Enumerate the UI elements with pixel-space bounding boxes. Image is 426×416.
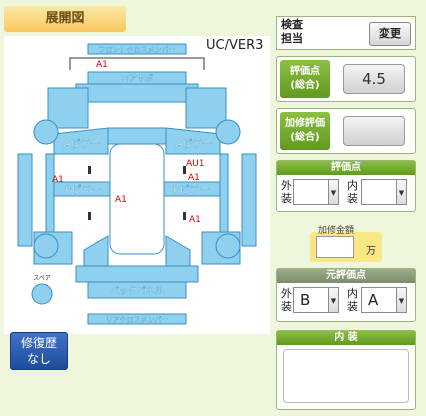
grade-exterior-label: 外装 (281, 179, 292, 205)
overall-score-label: 評価点 (総合) (280, 60, 330, 98)
interior-notes-field[interactable] (283, 349, 409, 403)
grade-group: 評価点 外装 ▼ 内装 ▼ (276, 160, 416, 212)
original-exterior-select[interactable]: B (293, 287, 329, 313)
original-interior-select[interactable]: A (361, 287, 397, 313)
repair-score-button[interactable] (343, 116, 405, 146)
repair-amount-unit: 万 (366, 246, 376, 257)
a-pillar-left-label: Aピラー (64, 138, 101, 150)
chevron-down-icon[interactable]: ▼ (329, 179, 339, 205)
repair-amount-input[interactable] (316, 236, 354, 258)
repair-history-label: 修復歴 (20, 336, 57, 350)
diagram-tab[interactable]: 展開図 (4, 6, 126, 32)
inspector-box: 検査 担当 変更 (276, 16, 416, 50)
mark-left-side: A1 (52, 175, 64, 185)
grade-title: 評価点 (277, 161, 415, 175)
b-pillar-left-label: Bピラー (65, 184, 102, 196)
interior-notes-title: 内 装 (277, 331, 415, 345)
car-frame-diagram: フロントクロスメンバー コアサポ Aピラー Aピラー Bピラー Bピラー バック… (4, 36, 270, 334)
mark-front: A1 (96, 60, 108, 70)
chevron-down-icon[interactable]: ▼ (397, 179, 407, 205)
overall-score-button[interactable]: 4.5 (343, 64, 405, 94)
b-pillar-right-label: Bピラー (173, 184, 210, 196)
front-cross-member-label: フロントクロスメンバー (99, 46, 176, 54)
inspector-label: 検査 担当 (281, 18, 303, 45)
mark-right-upper: AU1 (186, 159, 204, 169)
grade-interior-select[interactable] (361, 179, 397, 205)
repair-score-box: 加修評価 (総合) (276, 108, 416, 154)
overall-score-box: 評価点 (総合) 4.5 (276, 56, 416, 102)
original-interior-label: 内装 (347, 287, 358, 313)
original-exterior-label: 外装 (281, 287, 292, 313)
version-label: UC/VER3 (206, 38, 264, 53)
repair-history-button[interactable]: 修復歴 なし (10, 332, 68, 370)
core-support-label: コアサポ (121, 74, 153, 83)
spare-label: スペア (33, 275, 51, 282)
back-panel-label: バックパネル (110, 286, 164, 297)
original-grade-group: 元評価点 外装 B ▼ 内装 A ▼ (276, 268, 416, 322)
mark-right-lower: A1 (189, 215, 201, 225)
repair-amount-label: 加修金額 (318, 226, 355, 236)
rear-cross-member-label: リアクロスメンバー (106, 316, 169, 324)
repair-history-value: なし (26, 352, 51, 366)
mark-center: A1 (115, 195, 127, 205)
chevron-down-icon[interactable]: ▼ (397, 287, 407, 313)
repair-score-label: 加修評価 (総合) (280, 112, 330, 150)
interior-notes-box: 内 装 (276, 330, 416, 410)
change-inspector-button[interactable]: 変更 (369, 22, 411, 46)
grade-interior-label: 内装 (347, 179, 358, 205)
spare-tire (31, 283, 53, 305)
original-grade-title: 元評価点 (277, 269, 415, 283)
mark-right-side: A1 (188, 173, 200, 183)
grade-exterior-select[interactable] (293, 179, 329, 205)
chevron-down-icon[interactable]: ▼ (329, 287, 339, 313)
a-pillar-right-label: Aピラー (176, 138, 213, 150)
